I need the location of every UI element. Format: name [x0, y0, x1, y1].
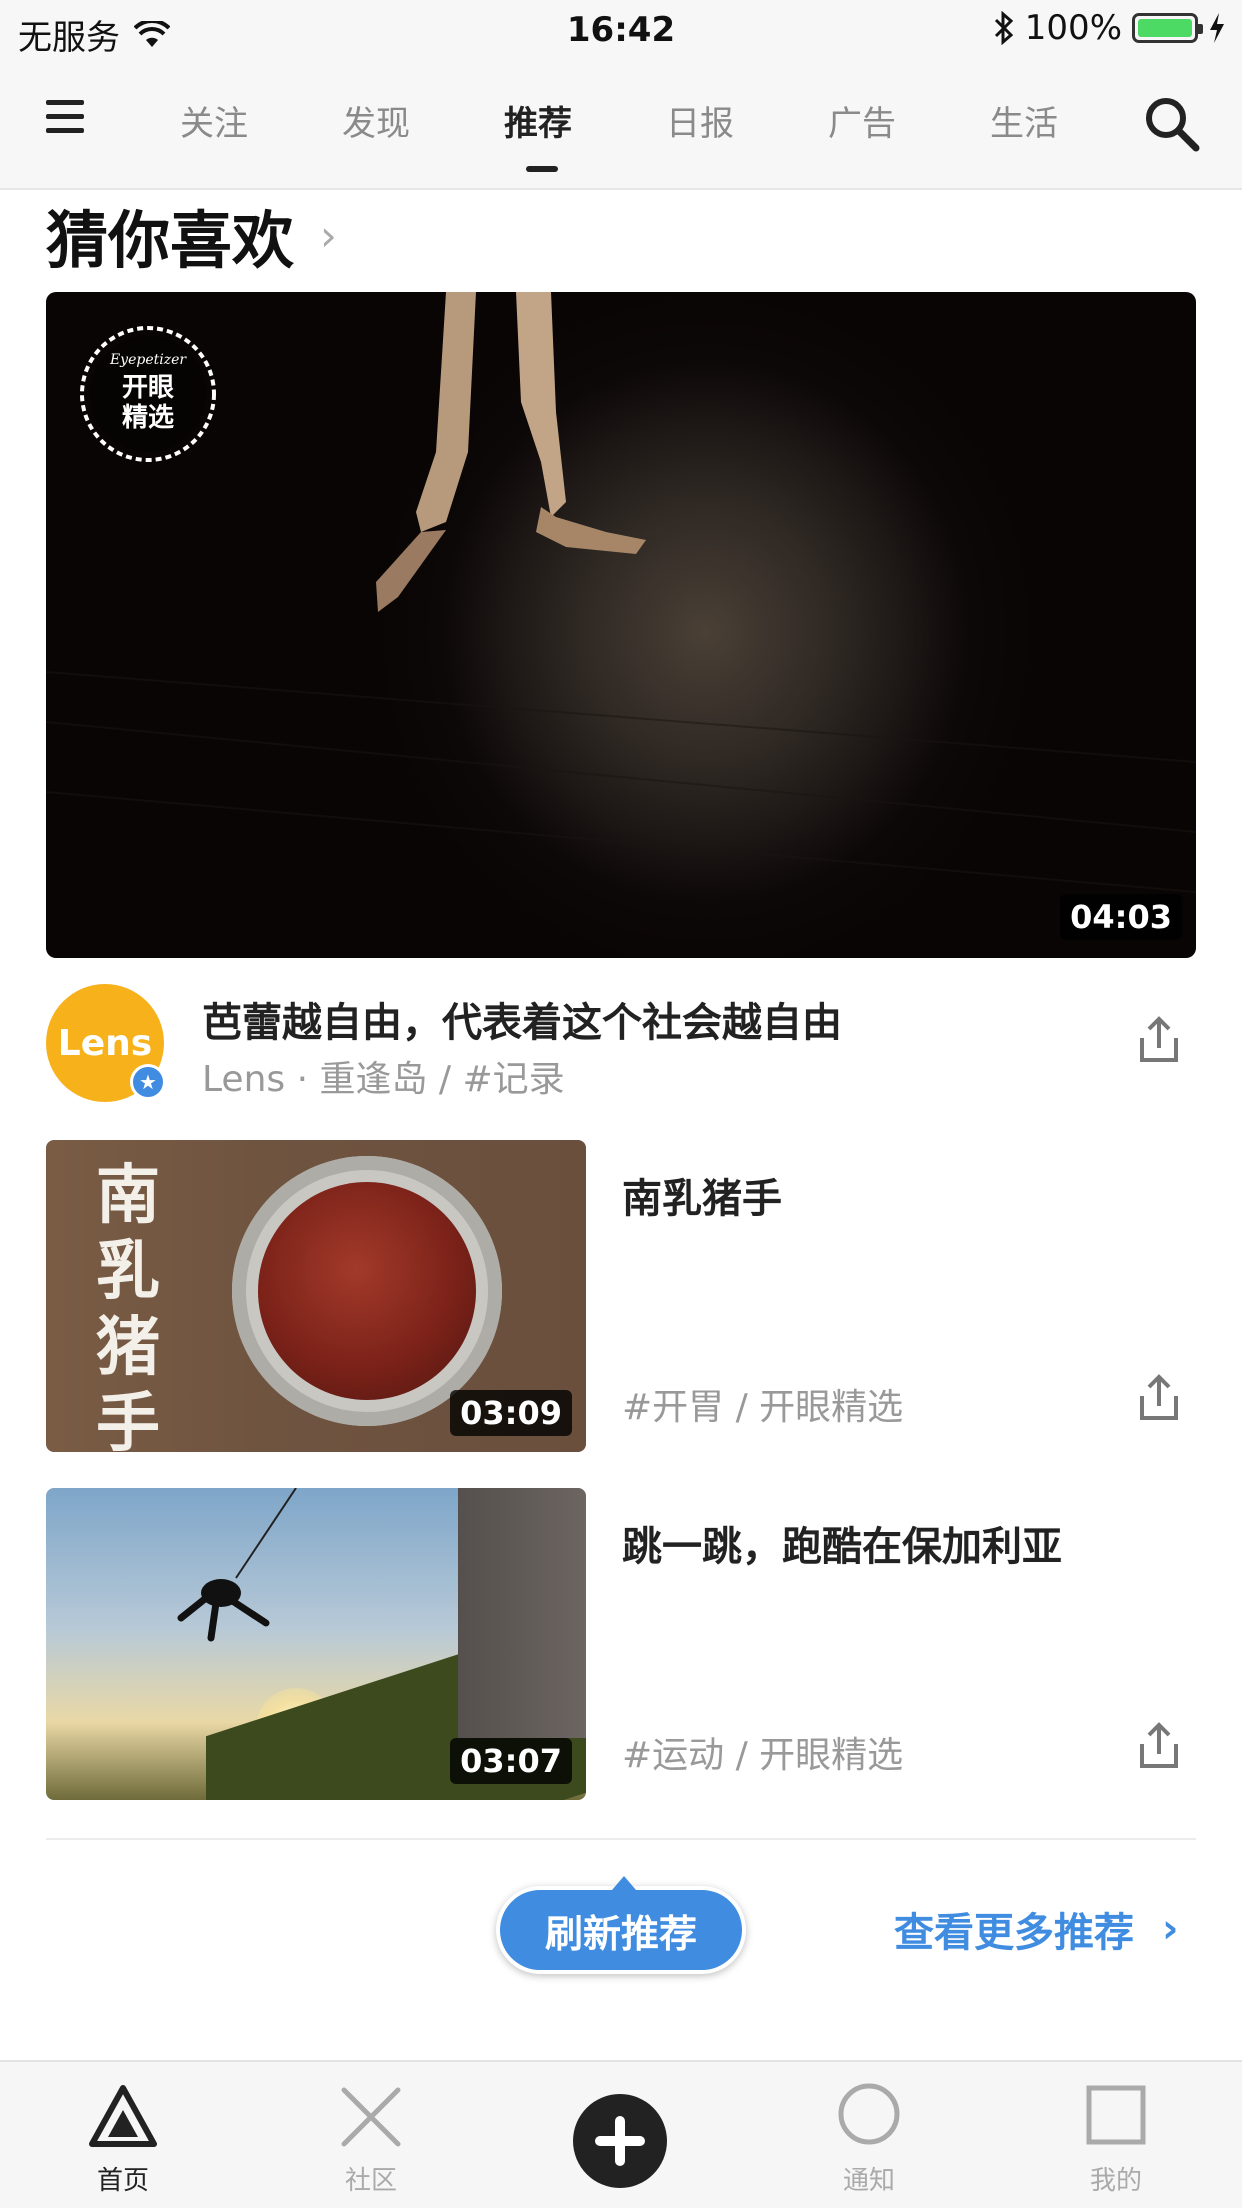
section-title: 猜你喜欢 — [46, 204, 295, 277]
share-icon[interactable] — [1132, 1372, 1186, 1426]
video-tags: #开胃 / 开眼精选 — [622, 1387, 904, 1428]
charging-icon — [1210, 13, 1224, 43]
tab-daily[interactable]: 日报 — [666, 96, 828, 145]
tab-notifications[interactable]: 通知 — [799, 2082, 939, 2197]
battery-percent: 100% — [1024, 8, 1122, 48]
tab-discover[interactable]: 发现 — [342, 96, 504, 145]
tab-notifications-label: 通知 — [842, 2166, 895, 2196]
tab-home-label: 首页 — [96, 2166, 149, 2196]
battery-icon — [1132, 13, 1203, 43]
ballet-legs-illustration — [46, 292, 1196, 893]
food-illustration — [258, 1182, 476, 1400]
verified-star-icon: ★ — [130, 1064, 166, 1100]
video-meta: Lens · 重逢岛 / #记录 — [202, 1059, 565, 1100]
bluetooth-icon — [994, 11, 1013, 45]
video-title[interactable]: 跳一跳，跑酷在保加利亚 — [622, 1514, 1062, 1572]
section-header[interactable]: 猜你喜欢 › — [46, 190, 337, 280]
badge-line-1: 开眼 — [122, 373, 174, 403]
status-bar: 无服务 16:42 100% — [0, 0, 1242, 60]
triangle-icon — [89, 2085, 157, 2147]
plus-glyph — [595, 2116, 645, 2166]
tab-profile-label: 我的 — [1089, 2166, 1142, 2196]
tab-profile[interactable]: 我的 — [1046, 2082, 1186, 2197]
tab-home[interactable]: 首页 — [53, 2082, 193, 2197]
tab-community-label: 社区 — [344, 2166, 397, 2196]
share-icon[interactable] — [1132, 1014, 1186, 1068]
list-item[interactable]: 南乳猪手 03:09 南乳猪手 #开胃 / 开眼精选 — [46, 1140, 1196, 1452]
thumbnail-text: 南乳猪手 — [96, 1158, 160, 1452]
tab-ads[interactable]: 广告 — [828, 96, 990, 145]
tab-community[interactable]: 社区 — [301, 2082, 441, 2197]
bottom-tab-bar: 首页 社区 通知 我的 — [0, 2060, 1242, 2208]
search-icon[interactable] — [1142, 94, 1202, 154]
duration-badge: 04:03 — [1060, 894, 1182, 940]
plus-icon[interactable] — [573, 2094, 667, 2188]
video-thumbnail[interactable]: 南乳猪手 03:09 — [46, 1140, 586, 1452]
tab-life[interactable]: 生活 — [990, 96, 1152, 145]
category-tabs: 关注 发现 推荐 日报 广告 生活 — [180, 96, 1152, 172]
x-icon — [341, 2087, 401, 2147]
video-title[interactable]: 芭蕾越自由，代表着这个社会越自由 — [202, 990, 842, 1048]
status-right: 100% — [993, 8, 1226, 48]
avatar[interactable]: Lens ★ — [46, 984, 166, 1102]
tab-recommend[interactable]: 推荐 — [504, 96, 666, 172]
more-recommend-label: 查看更多推荐 — [894, 1910, 1134, 1956]
eyepetizer-badge-icon: Eyepetizer 开眼 精选 — [80, 326, 216, 462]
duration-badge: 03:09 — [450, 1390, 572, 1436]
share-icon[interactable] — [1132, 1720, 1186, 1774]
hamburger-icon[interactable] — [46, 100, 86, 134]
video-thumbnail[interactable]: 03:07 — [46, 1488, 586, 1800]
hero-info-row[interactable]: Lens ★ 芭蕾越自由，代表着这个社会越自由 Lens · 重逢岛 / #记录 — [46, 984, 1196, 1104]
chevron-right-icon: › — [1162, 1906, 1179, 1952]
video-title[interactable]: 南乳猪手 — [622, 1166, 782, 1224]
badge-line-2: 精选 — [122, 403, 174, 433]
more-recommend-link[interactable]: 查看更多推荐 › — [894, 1900, 1178, 1958]
badge-brand: Eyepetizer — [109, 352, 187, 368]
top-nav: 关注 发现 推荐 日报 广告 生活 — [0, 60, 1242, 190]
list-item[interactable]: 03:07 跳一跳，跑酷在保加利亚 #运动 / 开眼精选 — [46, 1488, 1196, 1800]
chevron-right-icon: › — [320, 210, 337, 260]
square-icon — [1086, 2085, 1146, 2145]
duration-badge: 03:07 — [450, 1738, 572, 1784]
video-tags: #运动 / 开眼精选 — [622, 1735, 904, 1776]
tab-follow[interactable]: 关注 — [180, 96, 342, 145]
hero-video-card[interactable]: Eyepetizer 开眼 精选 04:03 — [46, 292, 1196, 958]
divider — [46, 1838, 1196, 1840]
avatar-text: Lens — [57, 1022, 153, 1064]
circle-icon — [838, 2083, 900, 2145]
refresh-recommend-button[interactable]: 刷新推荐 — [496, 1876, 746, 1974]
